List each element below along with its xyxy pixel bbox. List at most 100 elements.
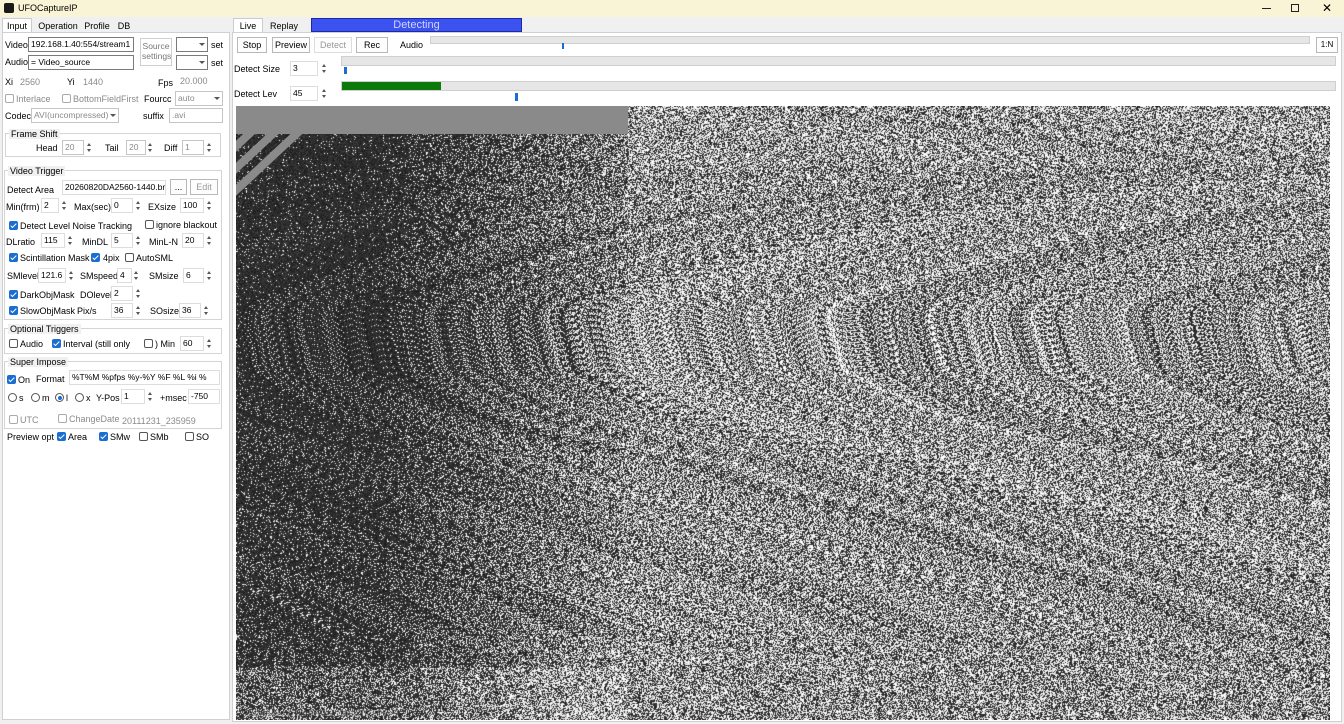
size-x-radio[interactable] (75, 393, 84, 402)
size-l-label: l (66, 393, 68, 403)
smsize-field[interactable]: 6 (183, 268, 204, 283)
smlevel-spinner[interactable] (67, 268, 75, 283)
detect-lev-slider-thumb[interactable] (515, 93, 518, 101)
exsize-spinner[interactable] (205, 198, 213, 213)
smspeed-spinner[interactable] (132, 268, 140, 283)
fourcc-select[interactable]: auto (175, 91, 223, 106)
preview-area-checkbox[interactable] (57, 432, 66, 441)
format-field[interactable]: %T%M %pfps %y-%Y %F %L %i % (69, 370, 220, 385)
head-spinner[interactable] (85, 140, 93, 155)
ignore-blackout-label: ignore blackout (156, 220, 218, 230)
min-frm-spinner[interactable] (60, 198, 68, 213)
rec-button[interactable]: Rec (356, 37, 388, 53)
interval-min-checkbox[interactable] (144, 339, 153, 348)
darkobj-mask-checkbox[interactable] (9, 290, 18, 299)
detect-size-slider-thumb[interactable] (344, 67, 347, 74)
change-date-checkbox[interactable] (58, 414, 67, 423)
audio-toggle[interactable]: Audio (400, 40, 423, 50)
stop-button[interactable]: Stop (237, 37, 267, 53)
preview-smb-checkbox[interactable] (139, 432, 148, 441)
restore-button[interactable] (1280, 0, 1310, 17)
detect-lev-field[interactable]: 45 (290, 86, 318, 101)
audio-trigger-checkbox[interactable] (9, 339, 18, 348)
scintillation-mask-label: Scintillation Mask (20, 253, 90, 263)
bottom-field-first-checkbox[interactable] (62, 94, 71, 103)
tail-field[interactable]: 20 (126, 140, 146, 155)
video-set-button[interactable]: set (211, 40, 223, 50)
diff-field[interactable]: 1 (182, 140, 204, 155)
suffix-value: .avi (172, 110, 186, 120)
exsize-field[interactable]: 100 (180, 198, 204, 213)
tab-replay[interactable]: Replay (268, 20, 300, 32)
audio-set-button[interactable]: set (211, 58, 223, 68)
codec-select[interactable]: AVI(uncompressed) (31, 108, 119, 123)
sosize-field[interactable]: 36 (179, 303, 201, 318)
diff-spinner[interactable] (205, 140, 213, 155)
max-sec-field[interactable]: 0 (111, 198, 133, 213)
noise-tracking-checkbox[interactable] (9, 221, 18, 230)
suffix-select[interactable]: .avi (169, 108, 223, 123)
min-frm-field[interactable]: 2 (41, 198, 59, 213)
smlevel-field[interactable]: 121.6 (38, 268, 66, 283)
msec-field[interactable]: -750 (188, 389, 220, 404)
size-m-radio[interactable] (31, 393, 40, 402)
chevron-down-icon (214, 97, 220, 100)
exsize-label: EXsize (148, 202, 177, 212)
size-l-radio[interactable] (55, 393, 64, 402)
preview-button[interactable]: Preview (272, 37, 310, 53)
sosize-spinner[interactable] (202, 303, 210, 318)
video-set-select[interactable] (176, 37, 208, 52)
minimize-button[interactable] (1252, 0, 1282, 17)
preview-so-checkbox[interactable] (185, 432, 194, 441)
xi-label: Xi (5, 77, 14, 87)
max-sec-spinner[interactable] (134, 198, 142, 213)
interval-min-spinner[interactable] (205, 336, 213, 351)
source-settings-button[interactable]: Source settings (140, 38, 172, 66)
utc-checkbox[interactable] (9, 415, 18, 424)
interlace-checkbox[interactable] (5, 94, 14, 103)
head-field[interactable]: 20 (62, 140, 84, 155)
size-s-radio[interactable] (8, 393, 17, 402)
slowobj-mask-checkbox[interactable] (9, 306, 18, 315)
mindl-spinner[interactable] (134, 233, 142, 248)
minln-spinner[interactable] (205, 233, 213, 248)
one-n-button[interactable]: 1:N (1316, 37, 1338, 53)
tail-spinner[interactable] (146, 140, 154, 155)
detect-area-field[interactable]: 20260820DA2560-1440.bmp (62, 180, 166, 195)
ypos-spinner[interactable] (146, 389, 154, 404)
scintillation-mask-checkbox[interactable] (9, 253, 18, 262)
detect-size-spinner[interactable] (320, 61, 328, 76)
interval-checkbox[interactable] (52, 339, 61, 348)
ypos-field[interactable]: 1 (121, 389, 145, 404)
minln-field[interactable]: 20 (182, 233, 204, 248)
tab-live[interactable]: Live (233, 18, 263, 33)
detect-size-slider[interactable] (341, 56, 1336, 66)
detect-lev-meter (341, 81, 1336, 91)
close-button[interactable]: ✕ (1312, 0, 1342, 17)
autosml-checkbox[interactable] (125, 253, 134, 262)
dolevel-spinner[interactable] (134, 286, 142, 301)
ignore-blackout-checkbox[interactable] (145, 220, 154, 229)
audio-source-field[interactable]: = Video_source (28, 55, 134, 70)
mindl-field[interactable]: 5 (111, 233, 133, 248)
detect-lev-spinner[interactable] (320, 86, 328, 101)
pixs-spinner[interactable] (134, 303, 142, 318)
fourpix-checkbox[interactable] (91, 253, 100, 262)
pixs-field[interactable]: 36 (111, 303, 133, 318)
detect-size-field[interactable]: 3 (290, 61, 318, 76)
detect-button[interactable]: Detect (314, 37, 352, 53)
dlratio-field[interactable]: 115 (41, 233, 65, 248)
video-source-field[interactable]: 192.168.1.40:554/stream1 (28, 37, 134, 52)
audio-slider-thumb[interactable] (562, 43, 564, 49)
video-preview[interactable]: 2026/08/20 22:25:53.752 20fps 2026-08-20… (236, 106, 1330, 720)
superimpose-on-checkbox[interactable] (7, 375, 16, 384)
edit-button[interactable]: Edit (190, 179, 218, 195)
smspeed-field[interactable]: 4 (117, 268, 132, 283)
preview-smw-checkbox[interactable] (99, 432, 108, 441)
smsize-spinner[interactable] (205, 268, 213, 283)
browse-button[interactable]: ... (170, 179, 187, 195)
audio-set-select[interactable] (176, 55, 208, 70)
interval-min-field[interactable]: 60 (180, 336, 204, 351)
dlratio-spinner[interactable] (66, 233, 74, 248)
dolevel-field[interactable]: 2 (111, 286, 133, 301)
